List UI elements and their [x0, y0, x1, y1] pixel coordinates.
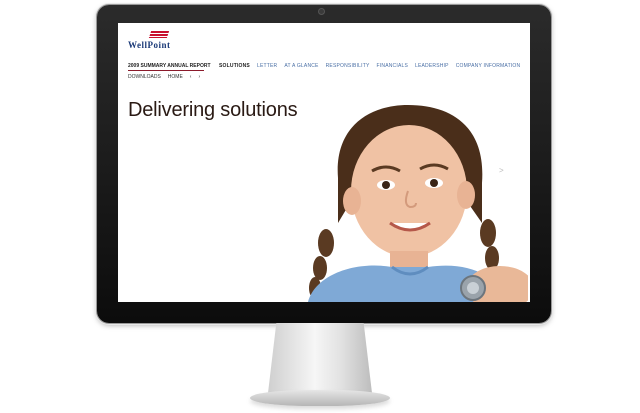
nav-financials[interactable]: FINANCIALS: [377, 63, 408, 69]
nav-letter[interactable]: LETTER: [257, 63, 277, 69]
headline: Delivering solutions: [128, 99, 298, 121]
main-nav: SOLUTIONS LETTER AT A GLANCE RESPONSIBILITY…: [219, 63, 527, 69]
prev-arrow-icon[interactable]: ‹: [190, 74, 192, 80]
nav-leadership[interactable]: LEADERSHIP: [415, 63, 449, 69]
nav-solutions[interactable]: SOLUTIONS: [219, 63, 250, 69]
slide-next-icon[interactable]: >: [499, 166, 504, 175]
logo-text: WellPoint: [128, 40, 171, 50]
wellpoint-logo-icon: [148, 31, 170, 38]
hero-photo-girl: [308, 105, 528, 302]
monitor-stand-neck: [268, 323, 372, 393]
downloads-link[interactable]: DOWNLOADS: [128, 74, 161, 80]
sub-nav: DOWNLOADS HOME ‹ ›: [128, 74, 207, 80]
next-arrow-icon[interactable]: ›: [198, 74, 200, 80]
home-link[interactable]: HOME: [168, 74, 183, 80]
camera-icon: [319, 9, 324, 14]
monitor-stand-base: [250, 390, 390, 406]
report-title-underline: [128, 70, 204, 71]
nav-at-a-glance[interactable]: AT A GLANCE: [284, 63, 318, 69]
website-screen: WellPoint 2009 SUMMARY ANNUAL REPORT SOL…: [118, 23, 530, 302]
nav-responsibility[interactable]: RESPONSIBILITY: [326, 63, 370, 69]
report-title: 2009 SUMMARY ANNUAL REPORT: [128, 63, 211, 69]
monitor: WellPoint 2009 SUMMARY ANNUAL REPORT SOL…: [97, 5, 551, 323]
nav-company-information[interactable]: COMPANY INFORMATION: [456, 63, 521, 69]
